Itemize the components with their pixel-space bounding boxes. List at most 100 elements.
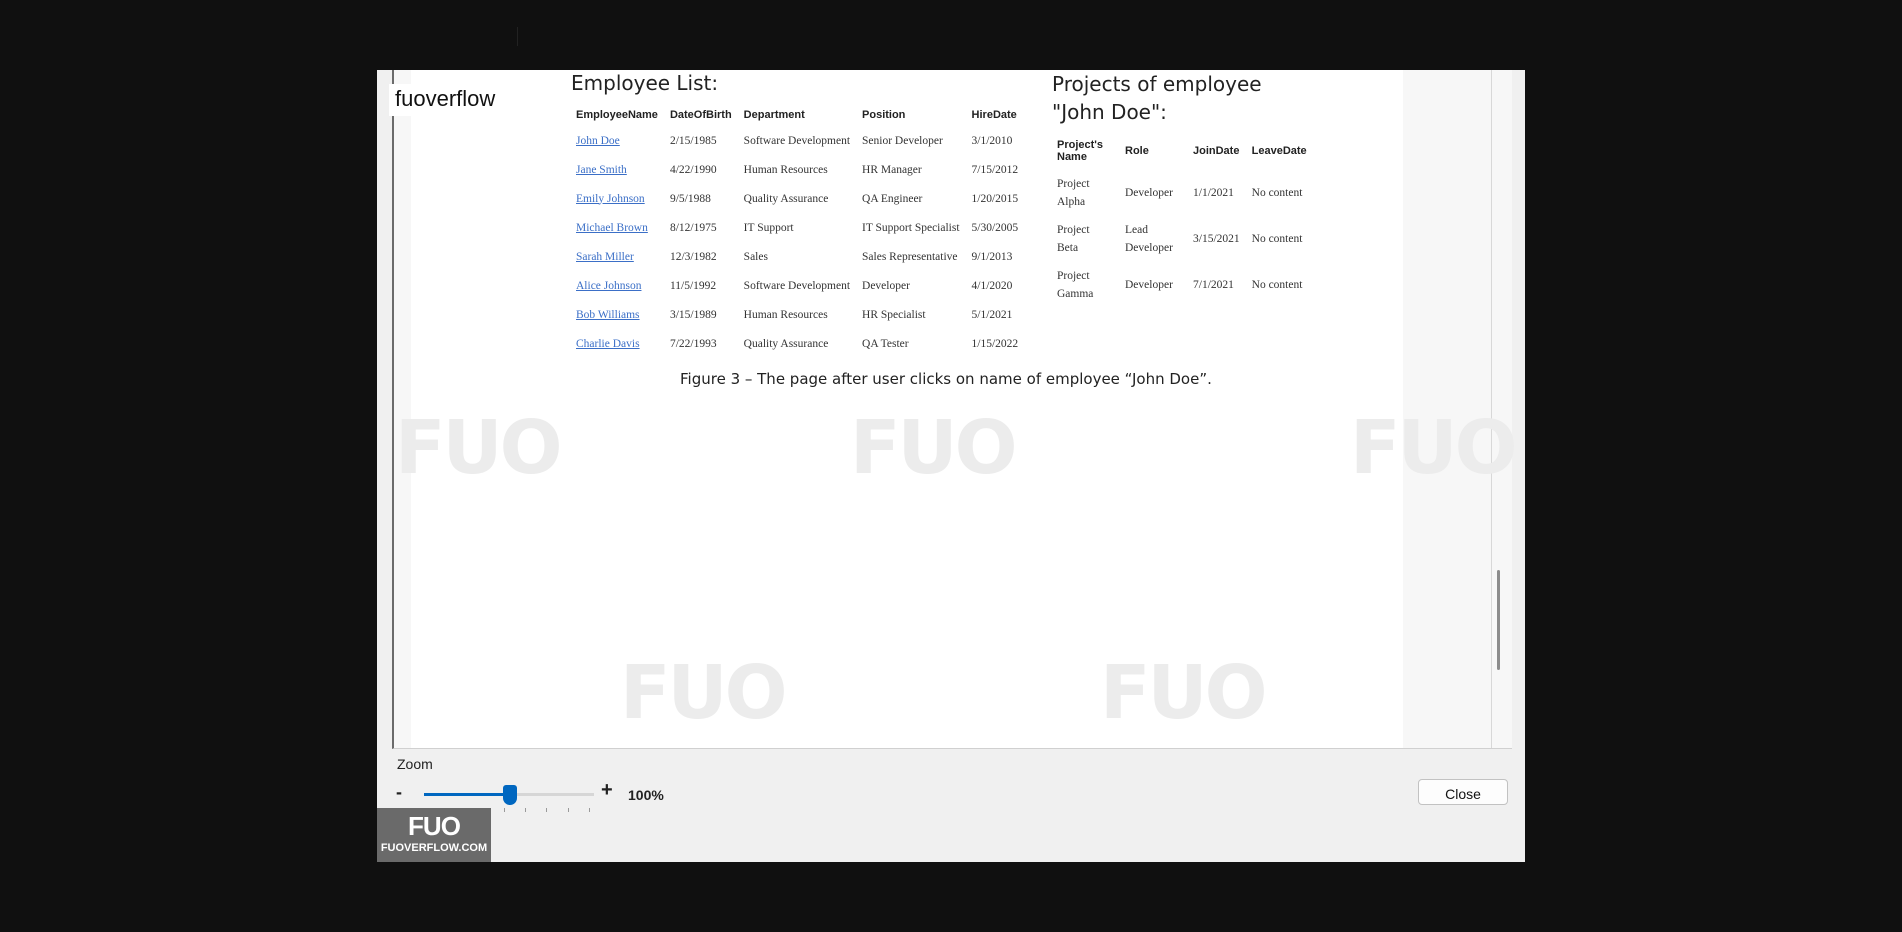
table-cell: 9/5/1988 bbox=[669, 192, 711, 205]
table-cell: QA Engineer bbox=[862, 192, 923, 205]
table-cell: Developer bbox=[1125, 279, 1173, 291]
table-cell: No content bbox=[1251, 279, 1303, 291]
zoom-value: 100% bbox=[628, 787, 664, 803]
table-cell: Project Beta bbox=[1057, 224, 1090, 254]
table-cell: 3/15/1989 bbox=[669, 308, 717, 321]
employee-name-link[interactable]: Alice Johnson bbox=[572, 271, 666, 300]
table-cell: Human Resources bbox=[743, 308, 828, 321]
table-row: Project Gamma Developer 7/1/2021 No cont… bbox=[1053, 262, 1315, 308]
employee-list-title: Employee List: bbox=[571, 71, 719, 95]
table-cell: 1/15/2022 bbox=[971, 337, 1019, 350]
slider-tick bbox=[525, 808, 527, 812]
table-cell: Senior Developer bbox=[862, 134, 943, 147]
table-cell: Project Gamma bbox=[1057, 270, 1094, 300]
table-cell: 2/15/1985 bbox=[669, 134, 717, 147]
zoom-slider-fill bbox=[424, 793, 504, 796]
table-cell: Project Alpha bbox=[1057, 178, 1090, 208]
table-cell: 12/3/1982 bbox=[669, 250, 717, 263]
column-header: Position bbox=[862, 109, 906, 121]
table-cell: Lead Developer bbox=[1125, 224, 1173, 254]
table-cell: No content bbox=[1251, 187, 1303, 199]
table-cell: Sales Representative bbox=[862, 250, 958, 263]
table-cell: 7/1/2021 bbox=[1193, 279, 1234, 291]
table-cell: No content bbox=[1251, 233, 1303, 245]
table-cell: 5/1/2021 bbox=[971, 308, 1013, 321]
watermark-logo: FUO bbox=[1350, 405, 1518, 491]
column-header: EmployeeName bbox=[576, 109, 658, 121]
table-cell: Software Development bbox=[743, 279, 851, 292]
table-cell: 1/1/2021 bbox=[1193, 187, 1234, 199]
table-cell: Quality Assurance bbox=[743, 337, 829, 350]
table-cell: Developer bbox=[1125, 187, 1173, 199]
text-caret bbox=[517, 27, 518, 46]
logo-text: FUOVERFLOW.COM bbox=[380, 842, 488, 854]
logo-mark: FUO bbox=[408, 811, 461, 841]
table-row: Charlie Davis 7/22/1993 Quality Assuranc… bbox=[572, 329, 1026, 358]
table-cell: 8/12/1975 bbox=[669, 221, 717, 234]
projects-table: Project's Name Role JoinDate LeaveDate P… bbox=[1053, 132, 1315, 308]
column-header: Project's Name bbox=[1057, 139, 1104, 163]
table-row: Emily Johnson 9/5/1988 Quality Assurance… bbox=[572, 184, 1026, 213]
employee-name-link[interactable]: Jane Smith bbox=[572, 155, 666, 184]
slider-tick bbox=[503, 808, 505, 812]
table-cell: IT Support Specialist bbox=[862, 221, 960, 234]
zoom-in-button[interactable]: + bbox=[601, 779, 613, 802]
employee-table-header: EmployeeName DateOfBirth Department Posi… bbox=[572, 104, 1026, 126]
table-cell: Quality Assurance bbox=[743, 192, 829, 205]
close-button[interactable]: Close bbox=[1418, 779, 1508, 805]
table-row: Michael Brown 8/12/1975 IT Support IT Su… bbox=[572, 213, 1026, 242]
scrollbar-thumb[interactable] bbox=[1497, 570, 1500, 670]
table-cell: 3/15/2021 bbox=[1193, 233, 1240, 245]
projects-title-line: Projects of employee bbox=[1052, 72, 1262, 96]
column-header: LeaveDate bbox=[1251, 145, 1307, 157]
table-cell: 9/1/2013 bbox=[971, 250, 1013, 263]
zoom-label: Zoom bbox=[397, 756, 433, 772]
employee-name-link[interactable]: Charlie Davis bbox=[572, 329, 666, 358]
table-cell: Human Resources bbox=[743, 163, 828, 176]
zoom-slider-thumb[interactable] bbox=[503, 785, 517, 805]
table-cell: Developer bbox=[862, 279, 910, 292]
table-cell: 1/20/2015 bbox=[971, 192, 1019, 205]
projects-title: Projects of employee "John Doe": bbox=[1052, 70, 1262, 126]
table-cell: 5/30/2005 bbox=[971, 221, 1019, 234]
table-cell: Sales bbox=[743, 250, 768, 263]
column-header: JoinDate bbox=[1193, 145, 1240, 157]
projects-table-header: Project's Name Role JoinDate LeaveDate bbox=[1053, 132, 1315, 170]
table-row: Sarah Miller 12/3/1982 Sales Sales Repre… bbox=[572, 242, 1026, 271]
employee-name-link[interactable]: John Doe bbox=[572, 126, 666, 155]
table-cell: HR Specialist bbox=[862, 308, 926, 321]
employee-name-link[interactable]: Michael Brown bbox=[572, 213, 666, 242]
slider-tick bbox=[567, 808, 569, 812]
column-header: Department bbox=[743, 109, 805, 121]
table-cell: 7/22/1993 bbox=[669, 337, 717, 350]
table-cell: 3/1/2010 bbox=[971, 134, 1013, 147]
table-cell: HR Manager bbox=[862, 163, 922, 176]
watermark-logo: FUO bbox=[620, 650, 788, 736]
table-row: Bob Williams 3/15/1989 Human Resources H… bbox=[572, 300, 1026, 329]
slider-tick bbox=[546, 808, 548, 812]
table-row: Alice Johnson 11/5/1992 Software Develop… bbox=[572, 271, 1026, 300]
employee-name-link[interactable]: Emily Johnson bbox=[572, 184, 666, 213]
table-cell: IT Support bbox=[743, 221, 794, 234]
watermark-logo: FUO bbox=[395, 405, 563, 491]
slider-tick bbox=[588, 808, 590, 812]
projects-title-line: "John Doe": bbox=[1052, 100, 1167, 124]
column-header: DateOfBirth bbox=[669, 109, 732, 121]
employee-name-link[interactable]: Sarah Miller bbox=[572, 242, 666, 271]
table-row: John Doe 2/15/1985 Software Development … bbox=[572, 126, 1026, 155]
employee-table: EmployeeName DateOfBirth Department Posi… bbox=[572, 104, 1026, 358]
table-cell: Software Development bbox=[743, 134, 851, 147]
zoom-out-button[interactable]: - bbox=[396, 782, 402, 803]
table-cell: 7/15/2012 bbox=[971, 163, 1019, 176]
column-header: Role bbox=[1125, 145, 1149, 157]
watermark-logo: FUO bbox=[1100, 650, 1268, 736]
table-cell: 4/1/2020 bbox=[971, 279, 1013, 292]
search-input[interactable]: fuoverflow bbox=[389, 84, 522, 116]
site-logo: FUO FUOVERFLOW.COM bbox=[377, 808, 491, 862]
table-row: Project Beta Lead Developer 3/15/2021 No… bbox=[1053, 216, 1315, 262]
figure-caption: Figure 3 – The page after user clicks on… bbox=[680, 370, 1212, 388]
table-row: Jane Smith 4/22/1990 Human Resources HR … bbox=[572, 155, 1026, 184]
table-cell: QA Tester bbox=[862, 337, 909, 350]
table-cell: 11/5/1992 bbox=[669, 279, 717, 292]
employee-name-link[interactable]: Bob Williams bbox=[572, 300, 666, 329]
